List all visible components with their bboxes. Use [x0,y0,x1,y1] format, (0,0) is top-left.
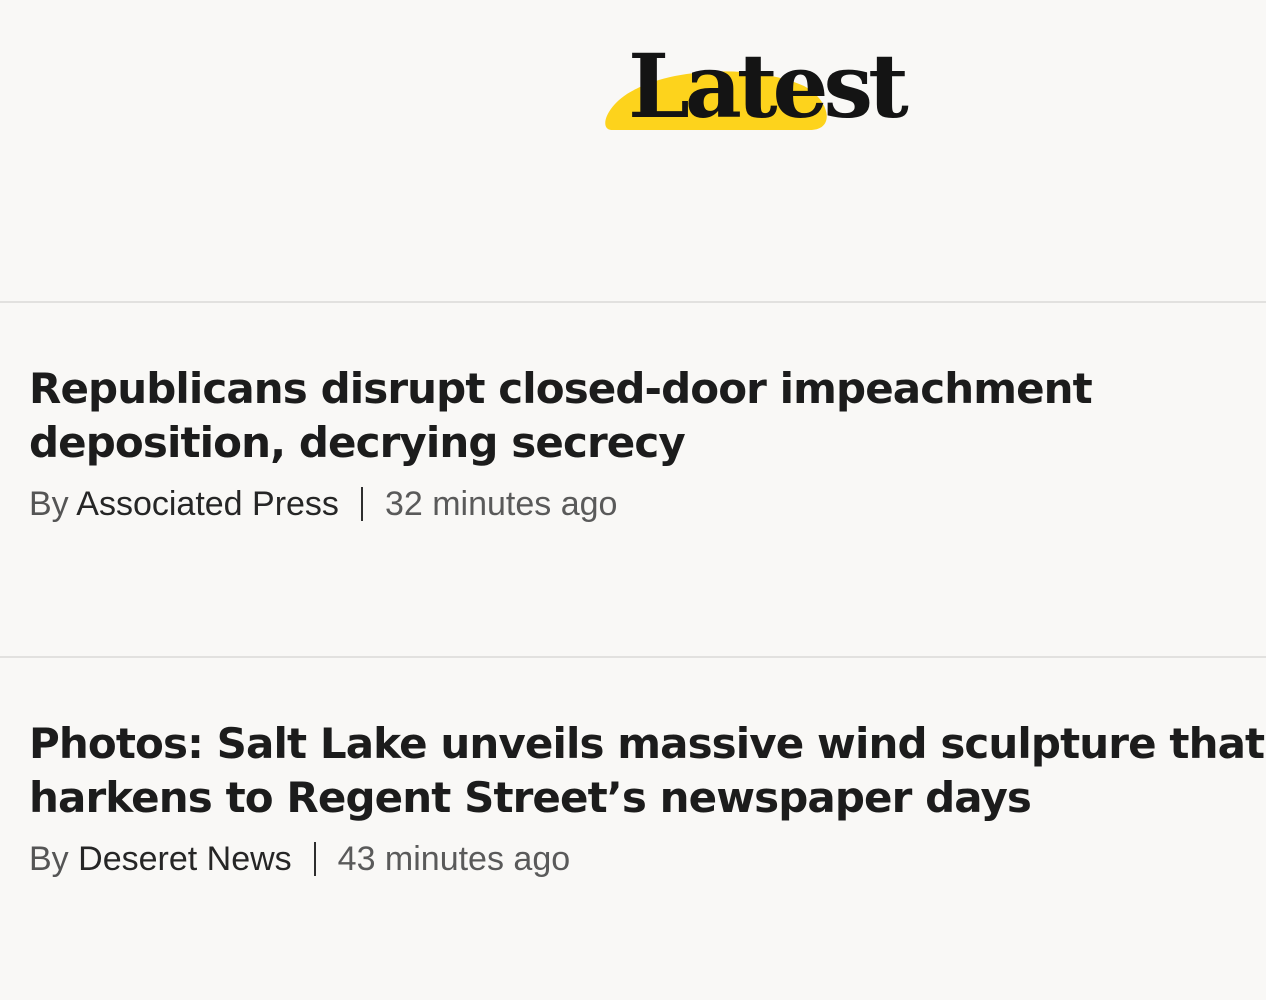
story-headline-link[interactable]: Photos: Salt Lake unveils massive wind s… [29,717,1265,825]
author-link[interactable]: Associated Press [76,485,339,523]
headline-line: deposition, decrying secrecy [29,418,686,467]
byline-separator [360,487,363,521]
headline-line: Photos: Salt Lake unveils massive wind s… [29,719,1265,768]
headline-line: harkens to Regent Street’s newspaper day… [29,773,1032,822]
byline: By Deseret News 43 minutes ago [29,839,1244,879]
author-link[interactable]: Deseret News [78,840,292,878]
headline-line: Republicans disrupt closed-door impeachm… [29,364,1093,413]
byline-prefix: By [29,840,69,878]
byline: By Associated Press 32 minutes ago [29,484,1244,524]
section-header: Latest [0,0,1266,150]
latest-logo: Latest [604,36,944,140]
byline-separator [313,842,316,876]
divider [0,656,1266,658]
page-title: Latest [628,34,909,138]
story-headline-link[interactable]: Republicans disrupt closed-door impeachm… [29,362,1244,470]
byline-prefix: By [29,485,69,523]
story-item: Photos: Salt Lake unveils massive wind s… [29,717,1265,879]
timestamp: 43 minutes ago [337,840,571,878]
timestamp: 32 minutes ago [384,485,618,523]
divider [0,301,1266,303]
story-item: Republicans disrupt closed-door impeachm… [29,362,1244,524]
